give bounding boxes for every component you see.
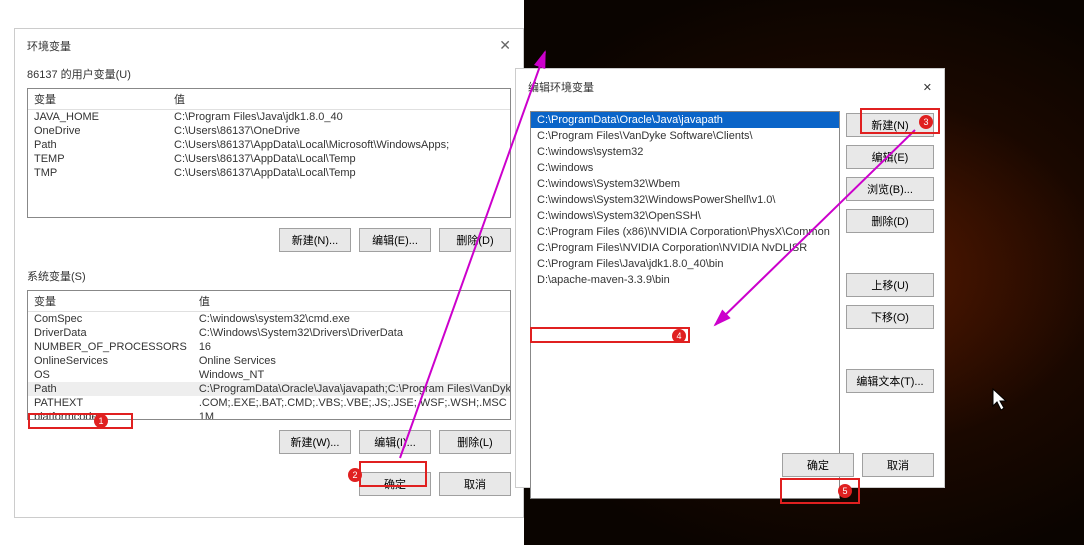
var-value: C:\Program Files\Java\jdk1.8.0_40 <box>168 110 510 125</box>
var-name: TEMP <box>28 152 168 166</box>
table-row[interactable]: PATHEXT.COM;.EXE;.BAT;.CMD;.VBS;.VBE;.JS… <box>28 396 511 410</box>
var-value: 1M <box>193 410 511 420</box>
var-name: PATHEXT <box>28 396 193 410</box>
table-row[interactable]: OneDriveC:\Users\86137\OneDrive <box>28 124 510 138</box>
edit-button[interactable]: 编辑(E) <box>846 145 934 169</box>
col-header-val[interactable]: 值 <box>193 291 511 312</box>
dialog1-title: 环境变量 <box>27 38 71 54</box>
close-icon[interactable]: ✕ <box>923 81 932 94</box>
col-header-val[interactable]: 值 <box>168 89 510 110</box>
sys-delete-button[interactable]: 删除(L) <box>439 430 511 454</box>
browse-button[interactable]: 浏览(B)... <box>846 177 934 201</box>
var-name: OS <box>28 368 193 382</box>
table-row[interactable]: JAVA_HOMEC:\Program Files\Java\jdk1.8.0_… <box>28 110 510 125</box>
var-name: OnlineServices <box>28 354 193 368</box>
var-value: C:\ProgramData\Oracle\Java\javapath;C:\P… <box>193 382 511 396</box>
dialog2-ok-button[interactable]: 确定 <box>782 453 854 477</box>
var-value: 16 <box>193 340 511 354</box>
sys-edit-button[interactable]: 编辑(I)... <box>359 430 431 454</box>
list-item[interactable]: C:\Program Files\Java\jdk1.8.0_40\bin <box>531 256 839 272</box>
dialog1-cancel-button[interactable]: 取消 <box>439 472 511 496</box>
var-name: NUMBER_OF_PROCESSORS <box>28 340 193 354</box>
table-row[interactable]: OSWindows_NT <box>28 368 511 382</box>
var-value: C:\Users\86137\AppData\Local\Temp <box>168 166 510 180</box>
table-row[interactable]: ComSpecC:\windows\system32\cmd.exe <box>28 312 511 327</box>
user-delete-button[interactable]: 删除(D) <box>439 228 511 252</box>
new-button[interactable]: 新建(N) <box>846 113 934 137</box>
user-new-button[interactable]: 新建(N)... <box>279 228 351 252</box>
dialog2-title: 编辑环境变量 <box>528 79 594 95</box>
table-row[interactable]: platformcode1M <box>28 410 511 420</box>
table-row[interactable]: NUMBER_OF_PROCESSORS16 <box>28 340 511 354</box>
var-value: C:\Users\86137\OneDrive <box>168 124 510 138</box>
list-item[interactable]: C:\windows\system32 <box>531 144 839 160</box>
dialog1-ok-button[interactable]: 确定 <box>359 472 431 496</box>
var-name: Path <box>28 138 168 152</box>
path-entries-list[interactable]: C:\ProgramData\Oracle\Java\javapathC:\Pr… <box>530 111 840 499</box>
var-name: OneDrive <box>28 124 168 138</box>
move-up-button[interactable]: 上移(U) <box>846 273 934 297</box>
list-item[interactable]: D:\apache-maven-3.3.9\bin <box>531 272 839 288</box>
table-row[interactable]: TMPC:\Users\86137\AppData\Local\Temp <box>28 166 510 180</box>
table-row[interactable]: DriverDataC:\Windows\System32\Drivers\Dr… <box>28 326 511 340</box>
col-header-var[interactable]: 变量 <box>28 89 168 110</box>
env-vars-dialog: 环境变量 ✕ 86137 的用户变量(U) 变量 值 JAVA_HOMEC:\P… <box>14 28 524 518</box>
user-vars-list[interactable]: 变量 值 JAVA_HOMEC:\Program Files\Java\jdk1… <box>27 88 511 218</box>
var-name: ComSpec <box>28 312 193 327</box>
edit-env-var-dialog: 编辑环境变量 ✕ C:\ProgramData\Oracle\Java\java… <box>515 68 945 488</box>
list-item[interactable]: C:\Program Files\NVIDIA Corporation\NVID… <box>531 240 839 256</box>
sys-new-button[interactable]: 新建(W)... <box>279 430 351 454</box>
dialog2-cancel-button[interactable]: 取消 <box>862 453 934 477</box>
var-value: C:\windows\system32\cmd.exe <box>193 312 511 327</box>
table-row[interactable]: PathC:\Users\86137\AppData\Local\Microso… <box>28 138 510 152</box>
list-item[interactable]: C:\Program Files (x86)\NVIDIA Corporatio… <box>531 224 839 240</box>
close-icon[interactable]: ✕ <box>499 37 511 54</box>
var-name: platformcode <box>28 410 193 420</box>
var-value: .COM;.EXE;.BAT;.CMD;.VBS;.VBE;.JS;.JSE;.… <box>193 396 511 410</box>
var-name: Path <box>28 382 193 396</box>
var-value: Windows_NT <box>193 368 511 382</box>
move-down-button[interactable]: 下移(O) <box>846 305 934 329</box>
list-item[interactable]: C:\windows\System32\Wbem <box>531 176 839 192</box>
var-name: JAVA_HOME <box>28 110 168 125</box>
delete-button[interactable]: 删除(D) <box>846 209 934 233</box>
table-row[interactable]: TEMPC:\Users\86137\AppData\Local\Temp <box>28 152 510 166</box>
var-value: C:\Users\86137\AppData\Local\Microsoft\W… <box>168 138 510 152</box>
col-header-var[interactable]: 变量 <box>28 291 193 312</box>
user-vars-label: 86137 的用户变量(U) <box>15 62 523 84</box>
table-row[interactable]: PathC:\ProgramData\Oracle\Java\javapath;… <box>28 382 511 396</box>
list-item[interactable]: C:\windows\System32\WindowsPowerShell\v1… <box>531 192 839 208</box>
sys-vars-label: 系统变量(S) <box>15 264 523 286</box>
edit-text-button[interactable]: 编辑文本(T)... <box>846 369 934 393</box>
table-row[interactable]: OnlineServicesOnline Services <box>28 354 511 368</box>
var-value: C:\Users\86137\AppData\Local\Temp <box>168 152 510 166</box>
list-item[interactable]: C:\Program Files\VanDyke Software\Client… <box>531 128 839 144</box>
var-value: C:\Windows\System32\Drivers\DriverData <box>193 326 511 340</box>
var-name: DriverData <box>28 326 193 340</box>
list-item[interactable]: C:\ProgramData\Oracle\Java\javapath <box>531 112 839 128</box>
var-name: TMP <box>28 166 168 180</box>
sys-vars-list[interactable]: 变量 值 ComSpecC:\windows\system32\cmd.exeD… <box>27 290 511 420</box>
list-item[interactable]: C:\windows\System32\OpenSSH\ <box>531 208 839 224</box>
user-edit-button[interactable]: 编辑(E)... <box>359 228 431 252</box>
var-value: Online Services <box>193 354 511 368</box>
list-item[interactable]: C:\windows <box>531 160 839 176</box>
